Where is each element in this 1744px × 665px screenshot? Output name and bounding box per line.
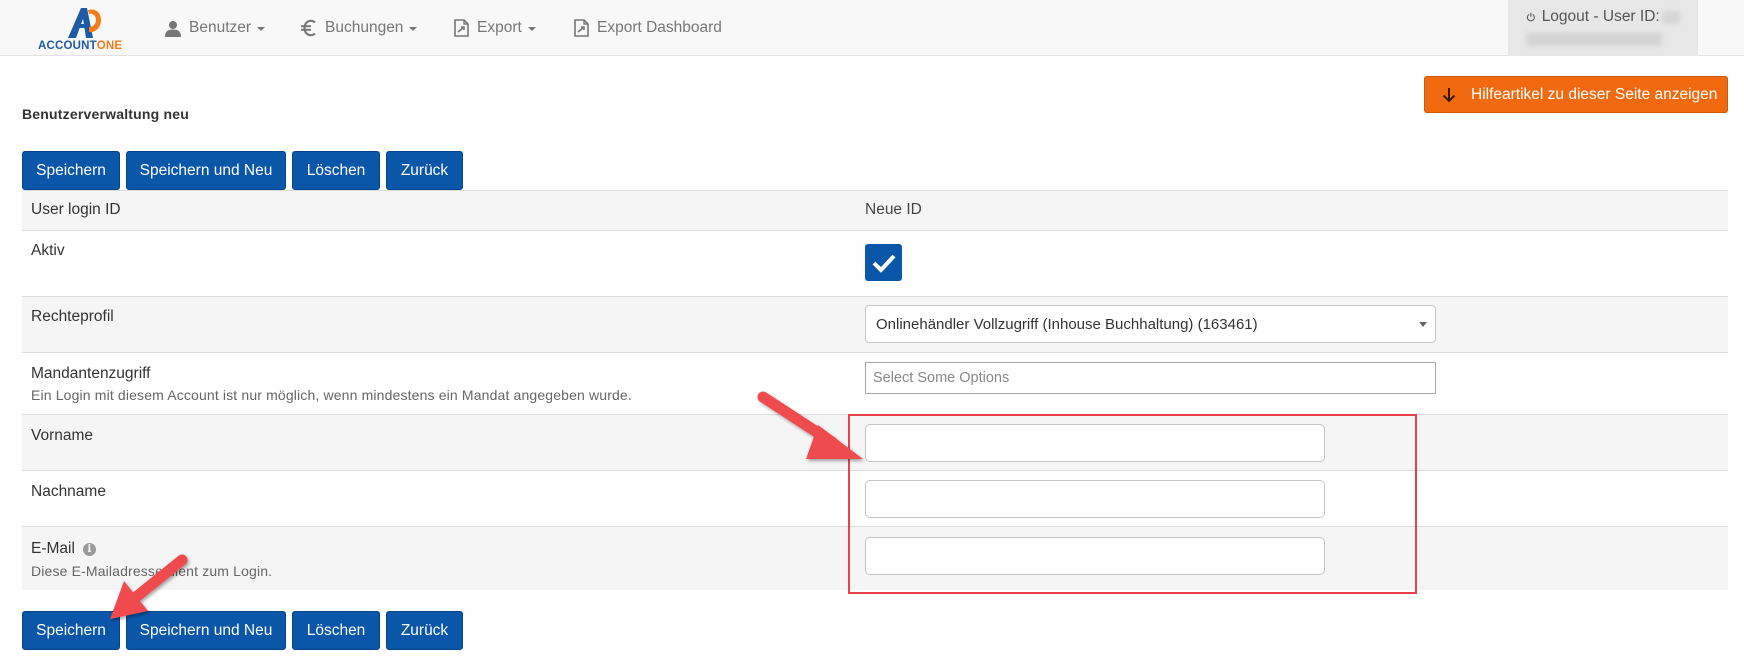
nachname-label: Nachname [31,483,106,500]
back-button[interactable]: Zurück [386,611,463,650]
nav-export[interactable]: Export [451,0,536,56]
chevron-down-icon [1419,322,1427,327]
nav-buchungen[interactable]: Buchungen [299,0,418,56]
action-bar-bottom: Speichern Speichern und Neu Löschen Zurü… [22,611,463,650]
email-label-group: E-Mail i [31,540,96,558]
nav-benutzer-label: Benutzer [189,19,252,36]
vorname-label: Vorname [31,427,94,444]
save-button[interactable]: Speichern [22,611,120,650]
nav-benutzer[interactable]: Benutzer [163,0,266,56]
aktiv-checkbox[interactable] [865,244,902,281]
save-button[interactable]: Speichern [22,151,120,190]
nav-buchungen-label: Buchungen [325,19,404,36]
euro-icon [299,18,319,38]
user-login-id-label: User login ID [31,201,121,218]
logo-a-icon [68,8,101,38]
info-icon[interactable]: i [82,542,96,556]
redacted-company-name [1526,33,1662,46]
email-hint: Diese E-Mailadresse dient zum Login. [31,563,273,579]
chevron-down-icon [257,27,266,31]
save-and-new-button[interactable]: Speichern und Neu [126,611,286,650]
page-title: Benutzerverwaltung neu [22,106,189,122]
logo-text-account: ACCOUNT [38,40,97,52]
rechteprofil-select[interactable]: Onlinehändler Vollzugriff (Inhouse Buchh… [865,305,1436,343]
row-aktiv: Aktiv [22,230,1728,296]
user-login-id-value: Neue ID [865,201,922,218]
delete-button[interactable]: Löschen [292,151,380,190]
rechteprofil-selected-value: Onlinehändler Vollzugriff (Inhouse Buchh… [876,315,1258,333]
file-export-icon [451,18,471,38]
save-and-new-button[interactable]: Speichern und Neu [126,151,286,190]
power-icon [1526,12,1535,22]
mandantenzugriff-placeholder: Select Some Options [873,370,1010,386]
chevron-down-icon [527,27,536,31]
row-user-login-id: User login ID Neue ID [22,190,1728,230]
email-label: E-Mail [31,540,75,557]
accountone-logo[interactable]: ACCOUNTONE [38,6,130,52]
redacted-user-id [1661,10,1680,24]
row-rechteprofil: Rechteprofil Onlinehändler Vollzugriff (… [22,296,1728,352]
logout-label: Logout - User ID: [1541,8,1660,25]
nav-export-dashboard-label: Export Dashboard [597,19,722,36]
row-mandantenzugriff: Mandantenzugriff Ein Login mit diesem Ac… [22,352,1728,414]
file-export-icon [571,18,591,38]
checkmark-icon [872,254,895,273]
logout-link[interactable]: Logout - User ID: [1508,0,1698,56]
annotation-highlight-box [848,414,1417,594]
arrow-down-icon [1442,87,1456,102]
nav-export-label: Export [477,19,522,36]
top-navbar: ACCOUNTONE Benutzer Buchungen Export Exp… [0,0,1744,56]
action-bar-top: Speichern Speichern und Neu Löschen Zurü… [22,151,463,190]
mandantenzugriff-multiselect[interactable]: Select Some Options [865,362,1436,394]
chevron-down-icon [409,27,418,31]
nav-export-dashboard[interactable]: Export Dashboard [571,0,722,56]
mandantenzugriff-hint: Ein Login mit diesem Account ist nur mög… [31,387,632,403]
rechteprofil-label: Rechteprofil [31,308,114,325]
delete-button[interactable]: Löschen [292,611,380,650]
mandantenzugriff-label: Mandantenzugriff [31,365,151,382]
user-icon [163,18,183,38]
logo-text-one: ONE [96,40,123,52]
help-article-label: Hilfeartikel zu dieser Seite anzeigen [1471,85,1718,103]
logo-wordmark: ACCOUNTONE [38,40,122,52]
help-article-button[interactable]: Hilfeartikel zu dieser Seite anzeigen [1424,76,1728,113]
back-button[interactable]: Zurück [386,151,463,190]
aktiv-label: Aktiv [31,242,65,259]
